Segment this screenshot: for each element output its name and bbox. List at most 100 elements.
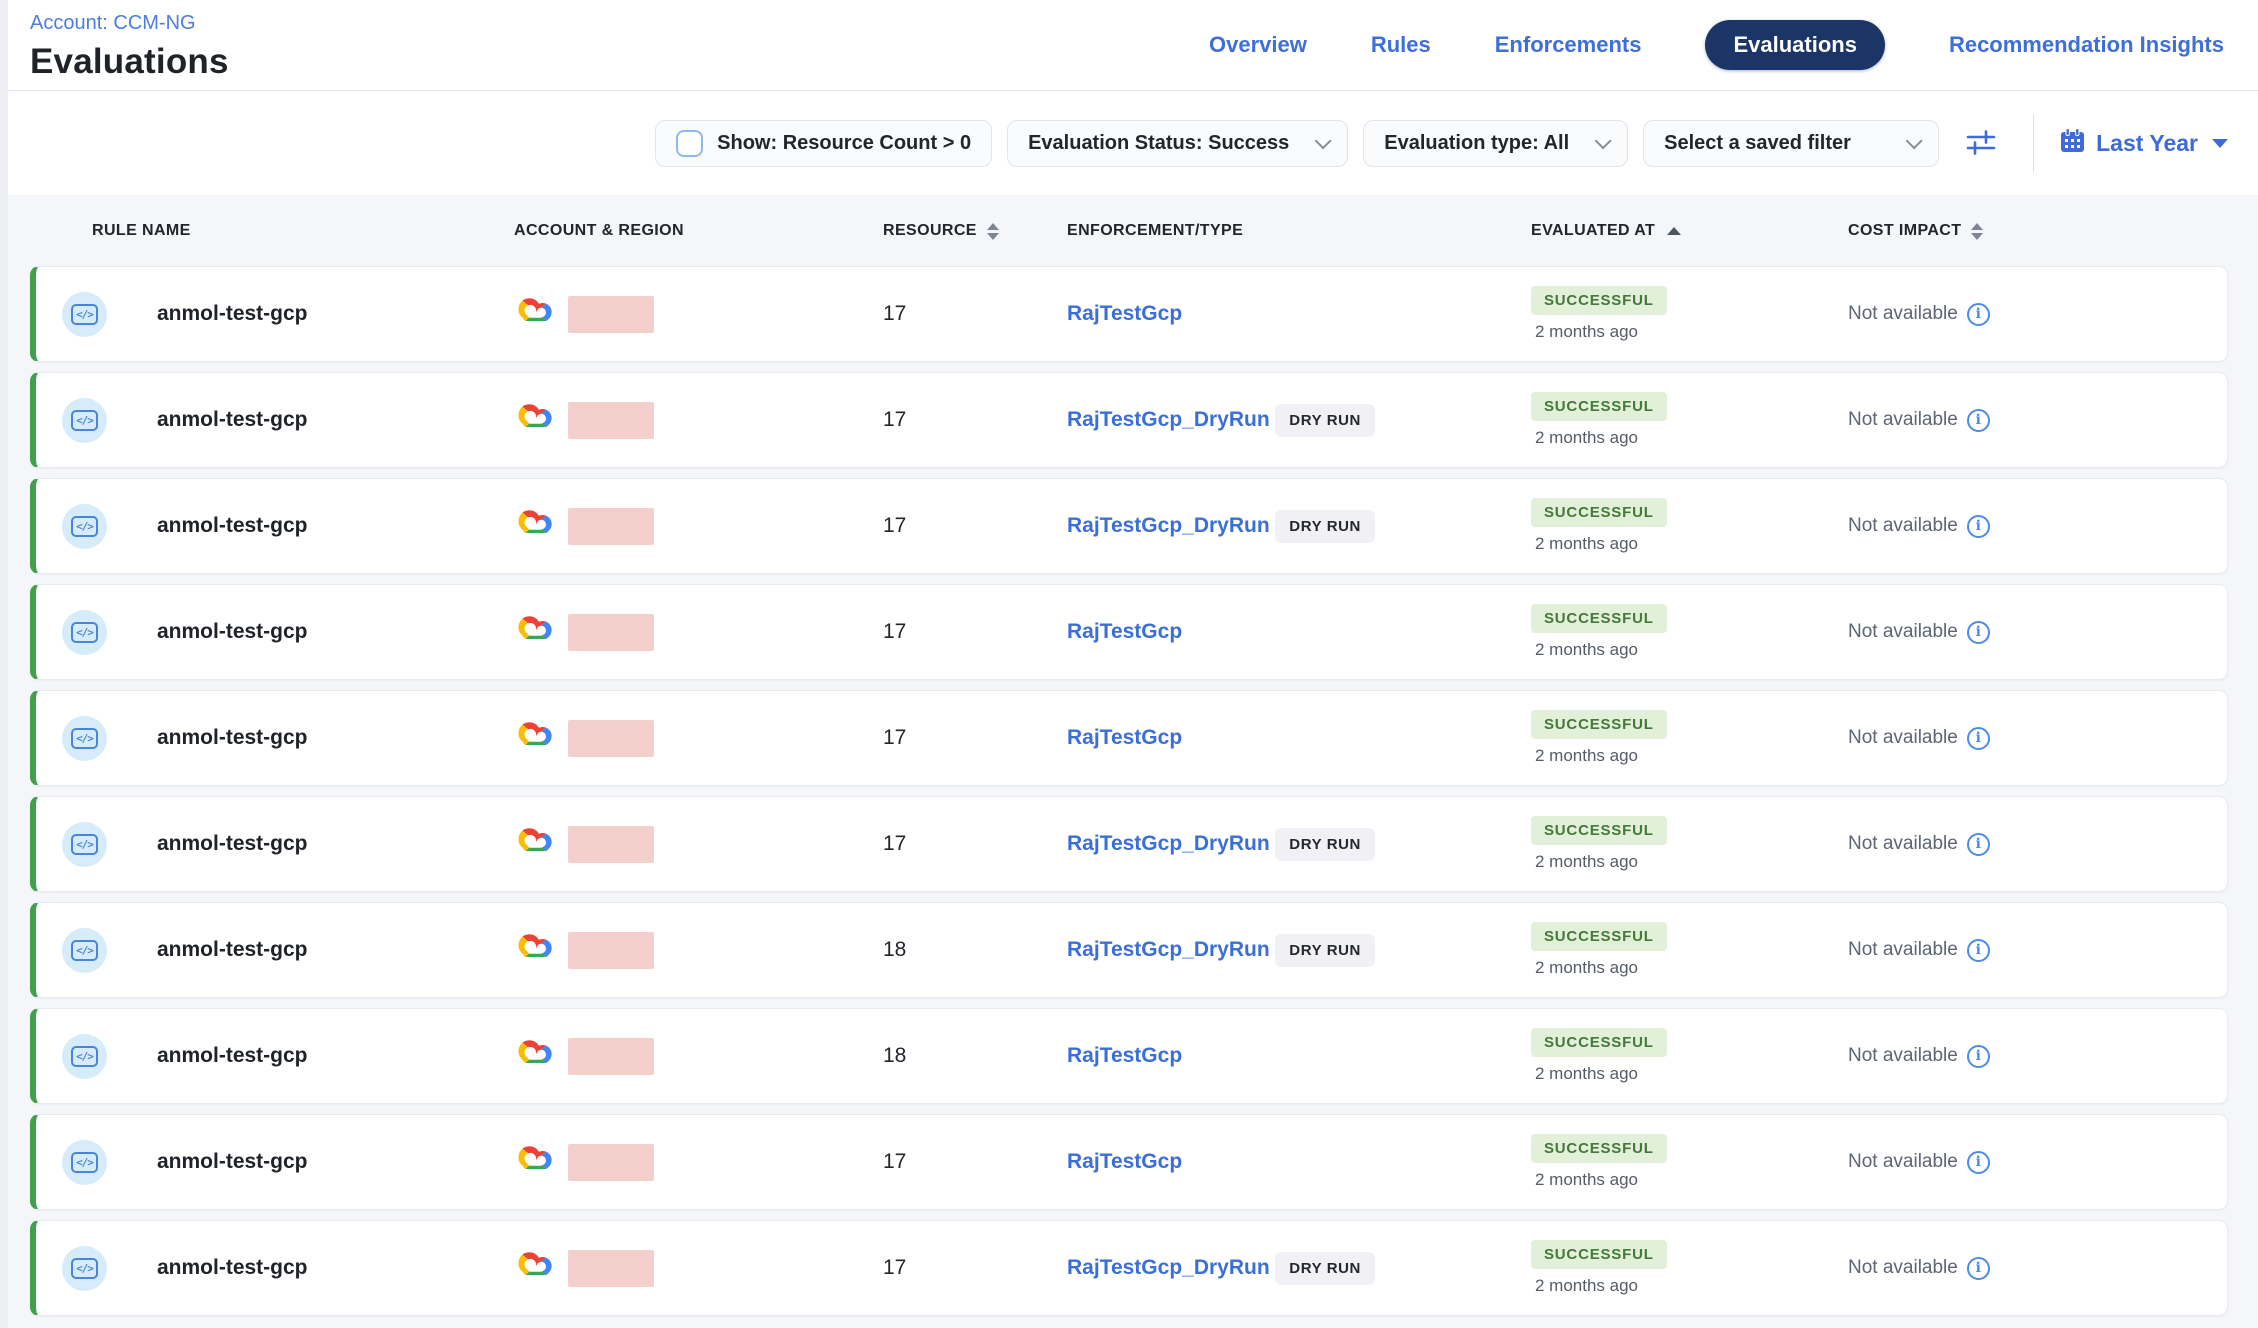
rule-avatar: </>	[62, 1246, 107, 1291]
rule-code-icon: </>	[71, 728, 98, 749]
column-header-resource[interactable]: RESOURCE	[860, 222, 1045, 240]
evaluated-time: 2 months ago	[1531, 428, 1638, 448]
table-row[interactable]: </> anmol-test-gcp	[30, 372, 2228, 468]
cost-impact-value: Not available	[1848, 409, 1958, 431]
info-icon[interactable]: i	[1967, 515, 1990, 538]
account-id-redacted	[568, 1038, 654, 1075]
rule-code-icon: </>	[71, 1046, 98, 1067]
page-title: Evaluations	[30, 42, 229, 82]
nav-tab-enforcements[interactable]: Enforcements	[1495, 32, 1642, 58]
cost-impact-value: Not available	[1848, 515, 1958, 537]
dry-run-badge: DRY RUN	[1275, 404, 1375, 437]
saved-filter-dropdown[interactable]: Select a saved filter	[1643, 120, 1939, 167]
rule-avatar: </>	[62, 610, 107, 655]
rule-code-icon: </>	[71, 834, 98, 855]
gcp-icon	[513, 1035, 559, 1078]
enforcement-link[interactable]: RajTestGcp	[1067, 302, 1182, 326]
enforcement-link[interactable]: RajTestGcp_DryRun	[1067, 938, 1270, 962]
enforcement-link[interactable]: RajTestGcp_DryRun	[1067, 1256, 1270, 1280]
date-range-picker[interactable]: Last Year	[2059, 127, 2232, 159]
enforcement-link[interactable]: RajTestGcp	[1067, 726, 1182, 750]
nav-tab-evaluations[interactable]: Evaluations	[1705, 20, 1884, 70]
cost-impact-value: Not available	[1848, 621, 1958, 643]
nav-tab-overview[interactable]: Overview	[1209, 32, 1307, 58]
evaluated-time: 2 months ago	[1531, 1276, 1638, 1296]
saved-filter-placeholder: Select a saved filter	[1664, 132, 1851, 155]
table-row[interactable]: </> anmol-test-gcp	[30, 902, 2228, 998]
evaluation-status-dropdown[interactable]: Evaluation Status: Success	[1007, 120, 1348, 167]
column-header-evaluated-at[interactable]: EVALUATED AT	[1510, 222, 1830, 240]
enforcement-link[interactable]: RajTestGcp_DryRun	[1067, 832, 1270, 856]
status-badge: SUCCESSFUL	[1531, 1240, 1667, 1269]
sort-icon	[1971, 223, 1983, 240]
left-edge-strip	[0, 0, 8, 1328]
table-row[interactable]: </> anmol-test-gcp	[30, 584, 2228, 680]
dry-run-badge: DRY RUN	[1275, 934, 1375, 967]
info-icon[interactable]: i	[1967, 303, 1990, 326]
column-header-rule-name: RULE NAME	[36, 222, 505, 240]
resource-count: 17	[860, 1150, 1045, 1174]
nav-tab-recommendation-insights[interactable]: Recommendation Insights	[1949, 32, 2224, 58]
top-nav: Overview Rules Enforcements Evaluations …	[1209, 20, 2224, 70]
rule-code-icon: </>	[71, 304, 98, 325]
status-badge: SUCCESSFUL	[1531, 816, 1667, 845]
info-icon[interactable]: i	[1967, 727, 1990, 750]
gcp-icon	[513, 823, 559, 866]
evaluated-time: 2 months ago	[1531, 322, 1638, 342]
info-icon[interactable]: i	[1967, 939, 1990, 962]
resource-count: 17	[860, 1256, 1045, 1280]
column-header-cost-impact[interactable]: COST IMPACT	[1830, 222, 2228, 240]
table-row[interactable]: </> anmol-test-gcp	[30, 266, 2228, 362]
resource-count-filter-toggle[interactable]: Show: Resource Count > 0	[655, 120, 992, 167]
breadcrumb-account-link[interactable]: Account: CCM-NG	[30, 12, 229, 35]
resource-count: 17	[860, 408, 1045, 432]
status-badge: SUCCESSFUL	[1531, 1134, 1667, 1163]
account-id-redacted	[568, 720, 654, 757]
resource-count: 17	[860, 620, 1045, 644]
rule-avatar: </>	[62, 928, 107, 973]
status-badge: SUCCESSFUL	[1531, 604, 1667, 633]
enforcement-link[interactable]: RajTestGcp	[1067, 1150, 1182, 1174]
table-row[interactable]: </> anmol-test-gcp	[30, 796, 2228, 892]
rule-avatar: </>	[62, 1034, 107, 1079]
enforcement-link[interactable]: RajTestGcp_DryRun	[1067, 514, 1270, 538]
enforcement-link[interactable]: RajTestGcp	[1067, 620, 1182, 644]
enforcement-link[interactable]: RajTestGcp_DryRun	[1067, 408, 1270, 432]
evaluation-type-dropdown[interactable]: Evaluation type: All	[1363, 120, 1628, 167]
rule-avatar: </>	[62, 504, 107, 549]
column-header-enforcement-type: ENFORCEMENT/TYPE	[1045, 222, 1510, 240]
chevron-down-icon	[1595, 132, 1612, 149]
enforcement-link[interactable]: RajTestGcp	[1067, 1044, 1182, 1068]
gcp-icon	[513, 1141, 559, 1184]
table-row[interactable]: </> anmol-test-gcp	[30, 1114, 2228, 1210]
table-row[interactable]: </> anmol-test-gcp	[30, 690, 2228, 786]
resource-count-checkbox[interactable]	[676, 130, 703, 157]
column-header-account-region: ACCOUNT & REGION	[505, 222, 860, 240]
info-icon[interactable]: i	[1967, 621, 1990, 644]
rule-avatar: </>	[62, 398, 107, 443]
info-icon[interactable]: i	[1967, 1257, 1990, 1280]
info-icon[interactable]: i	[1967, 1045, 1990, 1068]
info-icon[interactable]: i	[1967, 1151, 1990, 1174]
info-icon[interactable]: i	[1967, 833, 1990, 856]
rule-name: anmol-test-gcp	[157, 726, 308, 750]
filter-settings-button[interactable]	[1954, 126, 2008, 161]
account-id-redacted	[568, 826, 654, 863]
gcp-icon	[513, 611, 559, 654]
rule-avatar: </>	[62, 822, 107, 867]
cost-impact-value: Not available	[1848, 833, 1958, 855]
rule-code-icon: </>	[71, 622, 98, 643]
evaluations-list: </> anmol-test-gcp	[30, 266, 2228, 1316]
info-icon[interactable]: i	[1967, 409, 1990, 432]
evaluation-type-value: Evaluation type: All	[1384, 132, 1569, 155]
table-row[interactable]: </> anmol-test-gcp	[30, 1220, 2228, 1316]
calendar-icon	[2059, 127, 2086, 159]
nav-tab-rules[interactable]: Rules	[1371, 32, 1431, 58]
table-row[interactable]: </> anmol-test-gcp	[30, 478, 2228, 574]
evaluated-time: 2 months ago	[1531, 958, 1638, 978]
gcp-icon	[513, 293, 559, 336]
rule-name: anmol-test-gcp	[157, 1044, 308, 1068]
rule-code-icon: </>	[71, 940, 98, 961]
table-row[interactable]: </> anmol-test-gcp	[30, 1008, 2228, 1104]
evaluated-time: 2 months ago	[1531, 1170, 1638, 1190]
